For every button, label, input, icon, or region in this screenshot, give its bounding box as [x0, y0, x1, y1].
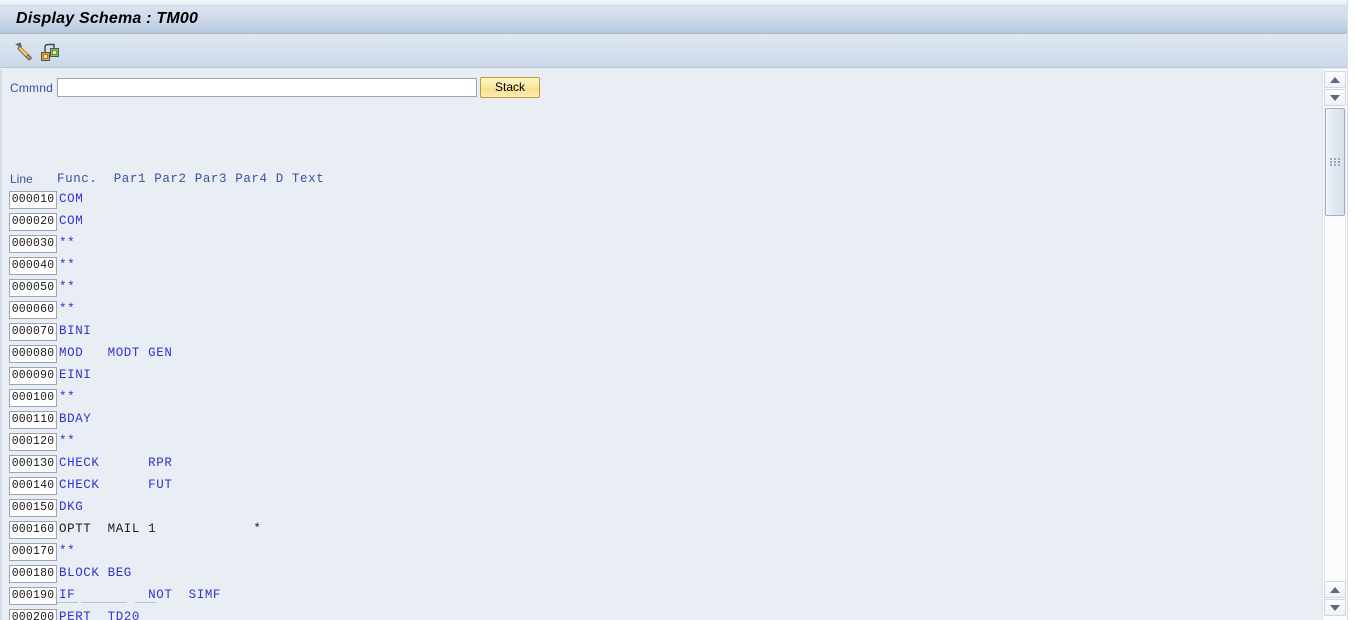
line-number-field[interactable]: 000080	[9, 345, 57, 363]
row-code-text: DKG	[59, 500, 84, 514]
table-row[interactable]: 000050 **	[2, 279, 1322, 301]
line-number-field[interactable]: 000010	[9, 191, 57, 209]
scroll-up-button-bottom[interactable]	[1324, 581, 1346, 598]
column-headers-fields: Func. Par1 Par2 Par3 Par4 D Text	[57, 172, 325, 186]
table-row[interactable]: 000200 PERT TD20	[2, 609, 1322, 620]
scroll-up-button-top[interactable]	[1324, 71, 1346, 88]
scrollbar-grip-icon	[1330, 158, 1341, 166]
row-code-text: CHECK RPR	[59, 456, 173, 470]
table-row[interactable]: 000060 **	[2, 301, 1322, 323]
line-number-field[interactable]: 000020	[9, 213, 57, 231]
chevron-up-icon	[1330, 76, 1340, 83]
command-input[interactable]	[57, 78, 477, 97]
row-code-text: **	[59, 434, 76, 448]
vertical-scrollbar[interactable]	[1322, 69, 1347, 620]
schema-content-panel: Cmmnd Stack Line Func. Par1 Par2 Par3 Pa…	[0, 69, 1322, 620]
table-row[interactable]: 000160 OPTT MAIL 1 *	[2, 521, 1322, 543]
table-row[interactable]: 000010 COM	[2, 191, 1322, 213]
line-number-field[interactable]: 000070	[9, 323, 57, 341]
table-row[interactable]: 000030 **	[2, 235, 1322, 257]
edit-schema-icon[interactable]	[13, 40, 35, 62]
application-toolbar: © www.tutorialkart.com	[0, 34, 1347, 97]
table-row[interactable]: 000020 COM	[2, 213, 1322, 235]
row-code-text: BINI	[59, 324, 92, 338]
table-row[interactable]: 000170 **	[2, 543, 1322, 565]
line-number-field[interactable]: 000200	[9, 609, 57, 620]
table-row[interactable]: 000070 BINI	[2, 323, 1322, 345]
table-row[interactable]: 000130 CHECK RPR	[2, 455, 1322, 477]
chevron-up-icon	[1330, 586, 1340, 593]
line-number-field[interactable]: 000150	[9, 499, 57, 517]
stack-button[interactable]: Stack	[480, 77, 540, 98]
column-header-line: Line	[10, 172, 33, 186]
line-number-field[interactable]: 000140	[9, 477, 57, 495]
line-number-field[interactable]: 000130	[9, 455, 57, 473]
line-number-field[interactable]: 000060	[9, 301, 57, 319]
line-number-field[interactable]: 000110	[9, 411, 57, 429]
page-title: Display Schema : TM00	[16, 10, 199, 27]
table-row[interactable]: 000040 **	[2, 257, 1322, 279]
row-code-text: PERT TD20	[59, 610, 141, 620]
table-row[interactable]: 000080 MOD MODT GEN	[2, 345, 1322, 367]
chevron-down-icon	[1330, 94, 1340, 101]
table-row[interactable]: 000090 EINI	[2, 367, 1322, 389]
scroll-down-button-top[interactable]	[1324, 89, 1346, 106]
row-code-text: **	[59, 390, 76, 404]
row-code-text: **	[59, 236, 76, 250]
line-number-field[interactable]: 000050	[9, 279, 57, 297]
title-bar: Display Schema : TM00	[0, 6, 1347, 34]
table-row[interactable]: 000110 BDAY	[2, 411, 1322, 433]
clipped-row-fields	[2, 602, 1322, 610]
line-number-field[interactable]: 000170	[9, 543, 57, 561]
scrollbar-thumb[interactable]	[1325, 108, 1345, 216]
table-row[interactable]: 000120 **	[2, 433, 1322, 455]
line-number-field[interactable]: 000120	[9, 433, 57, 451]
line-number-field[interactable]: 000180	[9, 565, 57, 583]
schema-structure-icon[interactable]	[39, 40, 61, 62]
row-code-text: IF NOT SIMF	[59, 588, 222, 602]
line-number-field[interactable]: 000040	[9, 257, 57, 275]
chevron-down-icon	[1330, 604, 1340, 611]
line-number-field[interactable]: 000100	[9, 389, 57, 407]
page-right-edge	[1347, 0, 1356, 620]
table-column-headers: Line Func. Par1 Par2 Par3 Par4 D Text	[2, 172, 1322, 188]
table-row[interactable]: 000150 DKG	[2, 499, 1322, 521]
schema-rows-list: 000010 COM 000020 COM 000030 ** 000040 ** 000050…	[2, 191, 1322, 620]
sap-gui-window: Display Schema : TM00 Cmmnd Stack Line F…	[0, 0, 1356, 620]
row-code-text: COM	[59, 192, 84, 206]
command-field-row: Cmmnd Stack	[2, 77, 1322, 100]
row-code-text: OPTT MAIL 1 *	[59, 522, 262, 536]
row-code-text: BDAY	[59, 412, 92, 426]
row-code-text: **	[59, 302, 76, 316]
row-code-text: **	[59, 258, 76, 272]
line-number-field[interactable]: 000090	[9, 367, 57, 385]
row-code-text: CHECK FUT	[59, 478, 173, 492]
row-code-text: **	[59, 280, 76, 294]
line-number-field[interactable]: 000160	[9, 521, 57, 539]
command-field-label: Cmmnd	[10, 81, 54, 95]
row-code-text: MOD MODT GEN	[59, 346, 173, 360]
row-code-text: BLOCK BEG	[59, 566, 132, 580]
row-code-text: COM	[59, 214, 84, 228]
row-code-text: **	[59, 544, 76, 558]
scroll-down-button-bottom[interactable]	[1324, 599, 1346, 616]
table-row[interactable]: 000140 CHECK FUT	[2, 477, 1322, 499]
line-number-field[interactable]: 000030	[9, 235, 57, 253]
table-row[interactable]: 000180 BLOCK BEG	[2, 565, 1322, 587]
row-code-text: EINI	[59, 368, 92, 382]
table-row[interactable]: 000100 **	[2, 389, 1322, 411]
